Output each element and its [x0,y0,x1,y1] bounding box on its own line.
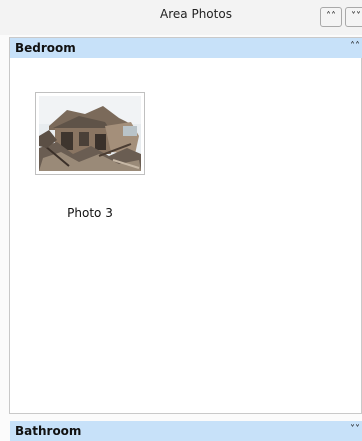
double-chevron-down-icon[interactable]: ˅˅ [350,424,360,435]
photo-caption: Photo 3 [67,206,113,220]
expand-all-button[interactable]: ˅˅ [345,7,362,27]
double-chevron-up-icon[interactable]: ˄˄ [350,41,360,52]
section-title: Bedroom [15,41,76,55]
panel-title: Area Photos [160,7,232,21]
collapse-all-button[interactable]: ˄˄ [320,7,342,27]
panel-titlebar: Area Photos ˄˄ ˅˅ [0,0,362,35]
photo-thumbnail[interactable] [35,92,145,175]
double-chevron-up-icon: ˄˄ [326,11,336,22]
section-title: Bathroom [15,424,82,438]
section-header-bedroom[interactable]: Bedroom ˄˄ [10,38,362,58]
double-chevron-down-icon: ˅˅ [351,11,361,22]
damaged-house-photo [39,96,141,171]
section-header-bathroom[interactable]: Bathroom ˅˅ [10,421,362,441]
area-photos-panel: Area Photos ˄˄ ˅˅ Bedroom ˄˄ Photo 3 Bat… [0,0,362,441]
